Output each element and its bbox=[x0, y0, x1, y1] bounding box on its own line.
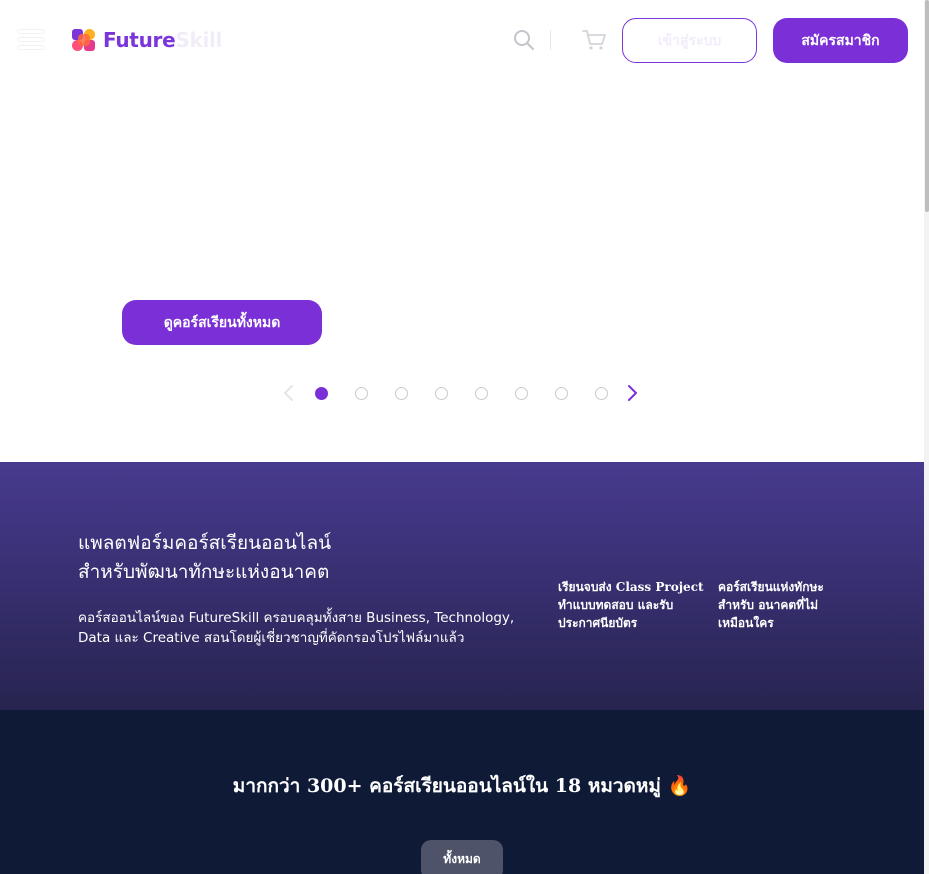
site-header: Future Skill เข้าสู่ระบบ สมัครสมาชิก bbox=[0, 0, 924, 80]
feature-line: คอร์สเรียนแห่งทักษะ bbox=[718, 580, 824, 594]
platform-intro-desc-line2: Data และ Creative สอนโดยผู้เชี่ยวชาญที่ค… bbox=[78, 630, 465, 646]
carousel-dot[interactable] bbox=[355, 387, 368, 400]
view-all-courses-button[interactable]: ดูคอร์สเรียนทั้งหมด bbox=[122, 300, 322, 345]
hamburger-menu-icon[interactable] bbox=[18, 28, 46, 50]
chevron-right-icon[interactable] bbox=[624, 382, 640, 404]
scrollbar-thumb[interactable] bbox=[925, 0, 929, 212]
signup-button[interactable]: สมัครสมาชิก bbox=[773, 18, 908, 63]
chevron-left-icon[interactable] bbox=[281, 382, 297, 404]
search-icon[interactable] bbox=[512, 28, 536, 52]
login-button[interactable]: เข้าสู่ระบบ bbox=[622, 18, 757, 63]
carousel-dot[interactable] bbox=[595, 387, 608, 400]
categories-heading: มากกว่า 300+ คอร์สเรียนออนไลน์ใน 18 หมวด… bbox=[232, 775, 692, 797]
carousel-dot[interactable] bbox=[315, 387, 328, 400]
feature-line: ประกาศนียบัตร bbox=[558, 616, 638, 630]
feature-line: ทำแบบทดสอบ และรับ bbox=[558, 598, 674, 612]
logo-text-skill: Skill bbox=[175, 28, 223, 52]
category-tab-all[interactable]: ทั้งหมด bbox=[421, 840, 503, 874]
carousel-dot[interactable] bbox=[435, 387, 448, 400]
carousel-dot[interactable] bbox=[515, 387, 528, 400]
carousel-dot[interactable] bbox=[475, 387, 488, 400]
feature-line: เหมือนใคร bbox=[718, 616, 774, 630]
logo-mark-icon bbox=[72, 29, 95, 51]
carousel-dot[interactable] bbox=[395, 387, 408, 400]
futureskill-logo[interactable]: Future Skill bbox=[71, 26, 222, 54]
feature-line: สำหรับ อนาคตที่ไม่ bbox=[718, 598, 819, 612]
platform-intro-description: คอร์สออนไลน์ของ FutureSkill ครอบคลุมทั้ง… bbox=[78, 608, 538, 648]
feature-future-skills: คอร์สเรียนแห่งทักษะ สำหรับ อนาคตที่ไม่ เ… bbox=[718, 578, 868, 632]
platform-intro-title-line2: สำหรับพัฒนาทักษะแห่งอนาคต bbox=[78, 561, 330, 583]
header-divider bbox=[550, 30, 551, 50]
logo-text-future: Future bbox=[103, 28, 176, 52]
cart-icon[interactable] bbox=[581, 27, 607, 53]
platform-intro-title: แพลตฟอร์มคอร์สเรียนออนไลน์ สำหรับพัฒนาทั… bbox=[78, 529, 498, 587]
feature-line: เรียนจบส่ง Class Project bbox=[558, 580, 704, 594]
platform-intro-title-line1: แพลตฟอร์มคอร์สเรียนออนไลน์ bbox=[78, 532, 332, 554]
platform-intro-desc-line1: คอร์สออนไลน์ของ FutureSkill ครอบคลุมทั้ง… bbox=[78, 610, 515, 626]
page-scrollbar[interactable] bbox=[924, 0, 929, 874]
carousel-dot[interactable] bbox=[555, 387, 568, 400]
feature-class-project: เรียนจบส่ง Class Project ทำแบบทดสอบ และร… bbox=[558, 578, 708, 632]
